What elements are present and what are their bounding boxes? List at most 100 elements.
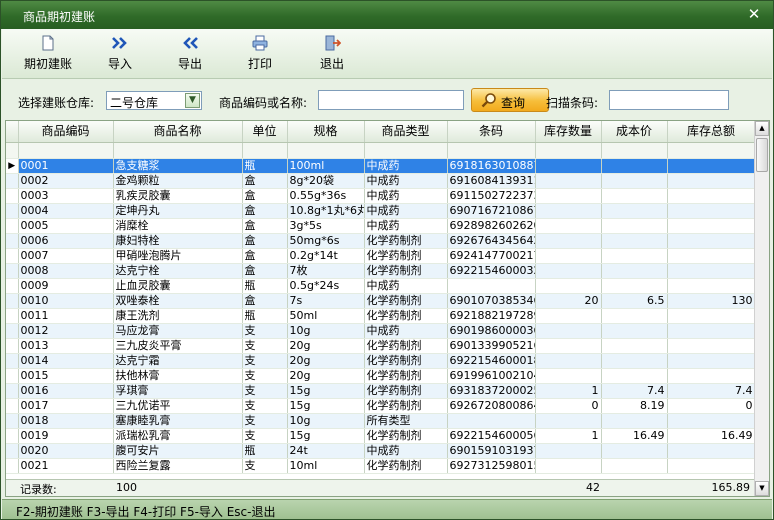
scroll-thumb[interactable]: [756, 138, 768, 172]
table-cell[interactable]: 瓶: [242, 278, 288, 294]
table-cell[interactable]: 0017: [18, 398, 114, 414]
table-cell[interactable]: 达克宁栓: [113, 263, 243, 279]
table-cell[interactable]: [601, 413, 668, 429]
table-cell[interactable]: 盒: [242, 293, 288, 309]
table-row[interactable]: 0007 甲硝唑泡腾片盒 0.2g*14t 化学药制剂 6924147700217: [6, 248, 756, 264]
table-row[interactable]: 0004 定坤丹丸盒 10.8g*1丸*6丸 中成药 6907167210867: [6, 203, 756, 219]
table-cell[interactable]: [601, 368, 668, 384]
table-cell[interactable]: 6924147700217: [447, 248, 536, 264]
table-cell[interactable]: [667, 413, 756, 429]
table-cell[interactable]: 中成药: [364, 158, 448, 174]
table-cell[interactable]: 16.49: [601, 428, 668, 444]
table-cell[interactable]: 瓶: [242, 158, 288, 174]
table-cell[interactable]: 1: [535, 428, 602, 444]
table-cell[interactable]: 50mg*6s: [287, 233, 365, 249]
table-cell[interactable]: 6.5: [601, 293, 668, 309]
vertical-scrollbar[interactable]: ▲ ▼: [754, 121, 769, 496]
table-cell[interactable]: [601, 248, 668, 264]
table-cell[interactable]: 7.4: [667, 383, 756, 399]
column-header[interactable]: 条码: [447, 121, 536, 143]
table-cell[interactable]: 化学药制剂: [364, 263, 448, 279]
table-cell[interactable]: [601, 263, 668, 279]
table-cell[interactable]: 支: [242, 458, 288, 474]
table-cell[interactable]: [535, 353, 602, 369]
chevron-down-icon[interactable]: ▼: [185, 93, 200, 108]
table-cell[interactable]: [535, 173, 602, 189]
table-cell[interactable]: 0007: [18, 248, 114, 264]
print-button[interactable]: 打印: [242, 35, 278, 75]
table-cell[interactable]: 6901986000036: [447, 323, 536, 339]
table-cell[interactable]: 15g: [287, 383, 365, 399]
table-cell[interactable]: 3g*5s: [287, 218, 365, 234]
table-cell[interactable]: [601, 443, 668, 459]
table-cell[interactable]: 马应龙膏: [113, 323, 243, 339]
table-cell[interactable]: 盒: [242, 248, 288, 264]
table-cell[interactable]: 支: [242, 353, 288, 369]
scroll-down-icon[interactable]: ▼: [755, 481, 769, 496]
table-cell[interactable]: 0019: [18, 428, 114, 444]
table-cell[interactable]: 扶他林膏: [113, 368, 243, 384]
table-row[interactable]: 0019 派瑞松乳膏支 15g 化学药制剂 6922154600056 1 16.49 16.…: [6, 428, 756, 444]
table-cell[interactable]: 中成药: [364, 203, 448, 219]
table-cell[interactable]: 0008: [18, 263, 114, 279]
table-row[interactable]: 0011 康王洗剂瓶 50ml 化学药制剂 6921882197289: [6, 308, 756, 324]
table-cell[interactable]: 6901339905216: [447, 338, 536, 354]
table-cell[interactable]: 化学药制剂: [364, 368, 448, 384]
table-cell[interactable]: 0010: [18, 293, 114, 309]
table-cell[interactable]: 0009: [18, 278, 114, 294]
table-row[interactable]: 0018 塞康睦乳膏支 10g 所有类型: [6, 413, 756, 429]
table-cell[interactable]: 盒: [242, 263, 288, 279]
table-cell[interactable]: 0013: [18, 338, 114, 354]
table-cell[interactable]: 瓶: [242, 443, 288, 459]
table-cell[interactable]: 0002: [18, 173, 114, 189]
table-cell[interactable]: 支: [242, 323, 288, 339]
table-cell[interactable]: 6928982602620: [447, 218, 536, 234]
table-cell[interactable]: 50ml: [287, 308, 365, 324]
filter-cell[interactable]: [364, 142, 448, 159]
table-cell[interactable]: 15g: [287, 398, 365, 414]
table-cell[interactable]: 16.49: [667, 428, 756, 444]
table-cell[interactable]: [601, 173, 668, 189]
table-cell[interactable]: 化学药制剂: [364, 353, 448, 369]
table-cell[interactable]: [601, 308, 668, 324]
table-cell[interactable]: 6901591031937: [447, 443, 536, 459]
table-cell[interactable]: 西险兰复露: [113, 458, 243, 474]
table-cell[interactable]: 所有类型: [364, 413, 448, 429]
table-cell[interactable]: [667, 368, 756, 384]
table-cell[interactable]: 6911502722373: [447, 188, 536, 204]
table-cell[interactable]: 康王洗剂: [113, 308, 243, 324]
table-cell[interactable]: 24t: [287, 443, 365, 459]
filter-cell[interactable]: [447, 142, 536, 159]
table-cell[interactable]: 15g: [287, 428, 365, 444]
warehouse-select[interactable]: 二号仓库 ▼: [106, 91, 202, 110]
table-row[interactable]: 0012 马应龙膏支 10g 中成药 6901986000036: [6, 323, 756, 339]
table-cell[interactable]: 盒: [242, 218, 288, 234]
table-cell[interactable]: 0004: [18, 203, 114, 219]
table-cell[interactable]: 甲硝唑泡腾片: [113, 248, 243, 264]
export-button[interactable]: 导出: [172, 35, 208, 75]
table-cell[interactable]: 支: [242, 413, 288, 429]
table-cell[interactable]: 8g*20袋: [287, 173, 365, 189]
table-cell[interactable]: 0011: [18, 308, 114, 324]
table-cell[interactable]: 6922154600018: [447, 353, 536, 369]
filter-row[interactable]: [6, 142, 756, 159]
table-row[interactable]: 0003 乳疾灵胶囊盒 0.55g*36s 中成药 6911502722373: [6, 188, 756, 204]
table-cell[interactable]: 化学药制剂: [364, 293, 448, 309]
table-cell[interactable]: 6907167210867: [447, 203, 536, 219]
table-cell[interactable]: 支: [242, 428, 288, 444]
table-row[interactable]: 0009 止血灵胶囊瓶 0.5g*24s 中成药: [6, 278, 756, 294]
table-cell[interactable]: [667, 158, 756, 174]
table-cell[interactable]: [667, 353, 756, 369]
table-cell[interactable]: 0006: [18, 233, 114, 249]
table-cell[interactable]: 6926720800864: [447, 398, 536, 414]
table-cell[interactable]: 化学药制剂: [364, 338, 448, 354]
table-cell[interactable]: 盒: [242, 233, 288, 249]
table-cell[interactable]: 6918163010887: [447, 158, 536, 174]
table-cell[interactable]: 10ml: [287, 458, 365, 474]
table-cell[interactable]: 中成药: [364, 443, 448, 459]
table-cell[interactable]: 0003: [18, 188, 114, 204]
setup-button[interactable]: 期初建账: [20, 35, 76, 75]
table-cell[interactable]: [535, 263, 602, 279]
barcode-input[interactable]: [609, 90, 729, 110]
table-cell[interactable]: 消糜栓: [113, 218, 243, 234]
